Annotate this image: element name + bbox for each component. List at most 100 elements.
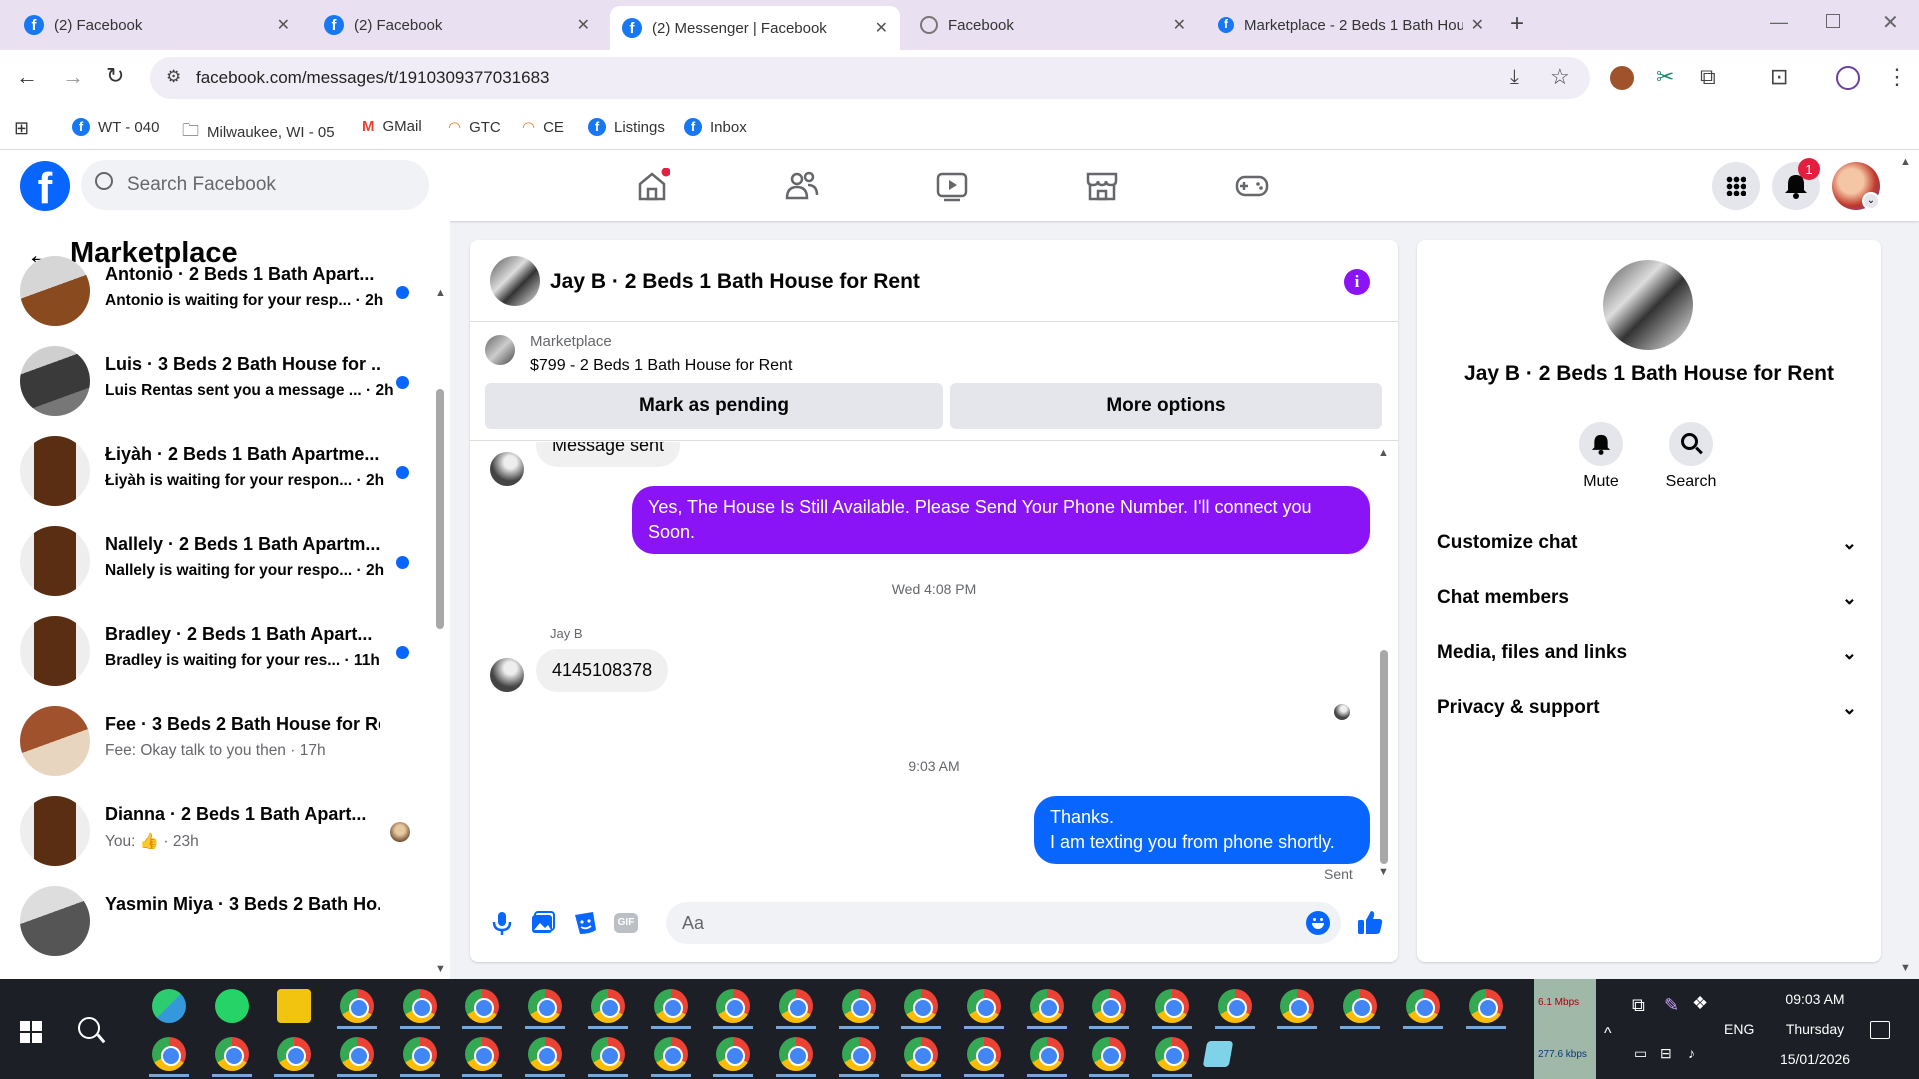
puzzle-icon[interactable]: ⧉ — [1700, 64, 1716, 90]
chat-title[interactable]: Jay B · 2 Beds 1 Bath House for Rent — [550, 270, 920, 294]
chrome-icon[interactable] — [277, 1037, 311, 1071]
thumbs-up-icon[interactable] — [1356, 908, 1384, 936]
scrollbar-thumb[interactable] — [436, 389, 444, 629]
conversation-item[interactable]: Antonio · 2 Beds 1 Bath Apart... Antonio … — [0, 254, 440, 344]
emoji-icon[interactable] — [1306, 911, 1330, 935]
dropbox-icon[interactable]: ❖ — [1692, 993, 1708, 1014]
display-icon[interactable]: ⧉ — [1632, 995, 1645, 1016]
notification-center-icon[interactable] — [1870, 1021, 1890, 1039]
network-icon[interactable]: ⊟ — [1660, 1045, 1672, 1062]
chrome-icon[interactable] — [904, 989, 938, 1023]
install-icon[interactable]: ⤓ — [1510, 66, 1519, 89]
more-options-button[interactable]: More options — [950, 383, 1382, 429]
chrome-icon[interactable] — [591, 1037, 625, 1071]
menu-icon[interactable]: ⋮ — [1886, 64, 1908, 90]
microphone-icon[interactable] — [490, 910, 514, 936]
minimize-button[interactable]: — — [1770, 12, 1788, 33]
marketplace-icon[interactable] — [1084, 168, 1120, 204]
message-bubble-out[interactable]: Thanks. I am texting you from phone shor… — [1034, 796, 1370, 864]
chrome-icon[interactable] — [967, 989, 1001, 1023]
chrome-icon[interactable] — [654, 989, 688, 1023]
search-button[interactable] — [1669, 422, 1713, 466]
page-scroll-up-icon[interactable]: ▲ — [1900, 156, 1911, 168]
conversation-item[interactable]: Bradley · 2 Beds 1 Bath Apart... Bradley … — [0, 614, 440, 704]
tab-facebook-2[interactable]: f (2) Facebook ✕ — [312, 6, 602, 44]
chrome-icon[interactable] — [842, 989, 876, 1023]
bookmark-listings[interactable]: f Listings — [588, 118, 665, 136]
bookmark-wt[interactable]: f WT - 040 — [72, 118, 159, 136]
close-icon[interactable]: ✕ — [875, 18, 888, 38]
section-chat-members[interactable]: Chat members ⌄ — [1437, 578, 1857, 618]
facebook-logo-icon[interactable]: f — [20, 161, 70, 211]
message-bubble-in[interactable]: Message sent — [536, 442, 681, 467]
conversation-item[interactable]: Łiyàh · 2 Beds 1 Bath Apartme... Łiyàh is… — [0, 434, 440, 524]
profile-icon[interactable] — [1836, 66, 1860, 90]
bookmark-ce[interactable]: ◠ CE — [522, 118, 564, 137]
tab-facebook-1[interactable]: f (2) Facebook ✕ — [12, 6, 302, 44]
tab-marketplace[interactable]: f Marketplace - 2 Beds 1 Bath House for … — [1206, 6, 1496, 44]
chrome-icon[interactable] — [1092, 989, 1126, 1023]
reload-icon[interactable]: ↻ — [106, 63, 124, 89]
chat-avatar[interactable] — [490, 256, 540, 306]
chrome-icon[interactable] — [1155, 989, 1189, 1023]
chrome-icon[interactable] — [591, 989, 625, 1023]
back-icon[interactable]: ← — [16, 64, 38, 90]
notifications-button[interactable]: 1 — [1772, 158, 1820, 210]
mark-as-pending-button[interactable]: Mark as pending — [485, 383, 943, 429]
cookie-extension-icon[interactable] — [1610, 66, 1634, 90]
extension-icon[interactable]: ✂ — [1656, 64, 1674, 90]
chrome-icon[interactable] — [654, 1037, 688, 1071]
file-explorer-icon[interactable] — [277, 989, 311, 1023]
close-icon[interactable]: ✕ — [1173, 15, 1186, 35]
site-info-icon[interactable]: ⚙ — [166, 67, 181, 87]
tab-search-icon[interactable]: ⊡ — [1770, 64, 1788, 90]
bookmark-milwaukee[interactable]: 🗀 Milwaukee, WI - 05 — [182, 118, 335, 147]
chrome-icon[interactable] — [215, 1037, 249, 1071]
close-icon[interactable]: ✕ — [577, 15, 590, 35]
battery-icon[interactable]: ▭ — [1634, 1045, 1647, 1062]
section-privacy-support[interactable]: Privacy & support ⌄ — [1437, 688, 1857, 728]
menu-grid-button[interactable] — [1712, 162, 1760, 210]
chrome-icon[interactable] — [465, 989, 499, 1023]
chrome-icon[interactable] — [340, 1037, 374, 1071]
tab-messenger[interactable]: f (2) Messenger | Facebook ✕ — [610, 6, 900, 50]
chrome-icon[interactable] — [904, 1037, 938, 1071]
forward-icon[interactable]: → — [62, 64, 84, 90]
home-icon[interactable] — [634, 168, 670, 204]
section-media-files-links[interactable]: Media, files and links ⌄ — [1437, 633, 1857, 673]
chrome-icon[interactable] — [716, 1037, 750, 1071]
tab-facebook-3[interactable]: Facebook ✕ — [908, 6, 1198, 44]
bookmark-star-icon[interactable]: ☆ — [1550, 64, 1570, 90]
chrome-icon[interactable] — [842, 1037, 876, 1071]
sticker-icon[interactable] — [572, 910, 598, 936]
mute-button[interactable] — [1579, 422, 1623, 466]
clock-time[interactable]: 09:03 AM — [1760, 991, 1870, 1007]
apps-icon[interactable]: ⊞ — [14, 118, 29, 139]
video-icon[interactable] — [934, 168, 970, 204]
language-indicator[interactable]: ENG — [1724, 1021, 1754, 1037]
chrome-icon[interactable] — [528, 989, 562, 1023]
gif-icon[interactable]: GIF — [614, 913, 638, 933]
chevron-up-icon[interactable]: ^ — [1604, 1025, 1612, 1043]
app-icon[interactable] — [152, 989, 186, 1023]
close-window-button[interactable]: ✕ — [1882, 10, 1899, 35]
clock-date[interactable]: 15/01/2026 — [1760, 1051, 1870, 1067]
gaming-icon[interactable] — [1234, 168, 1270, 204]
bookmark-gtc[interactable]: ◠ GTC — [448, 118, 501, 137]
contact-avatar[interactable] — [1603, 260, 1693, 350]
chrome-icon[interactable] — [1155, 1037, 1189, 1071]
whatsapp-icon[interactable] — [215, 989, 249, 1023]
scroll-down-icon[interactable]: ▼ — [435, 963, 446, 975]
scroll-up-icon[interactable]: ▲ — [435, 287, 446, 299]
chrome-icon[interactable] — [779, 989, 813, 1023]
chrome-icon[interactable] — [465, 1037, 499, 1071]
chrome-icon[interactable] — [716, 989, 750, 1023]
clock-day[interactable]: Thursday — [1760, 1021, 1870, 1037]
close-icon[interactable]: ✕ — [1471, 15, 1484, 35]
chrome-icon[interactable] — [967, 1037, 1001, 1071]
chrome-icon[interactable] — [340, 989, 374, 1023]
search-input[interactable]: Search Facebook — [81, 160, 429, 210]
chrome-icon[interactable] — [1469, 989, 1503, 1023]
chrome-icon[interactable] — [1030, 1037, 1064, 1071]
profile-avatar[interactable]: ⌄ — [1832, 162, 1880, 210]
